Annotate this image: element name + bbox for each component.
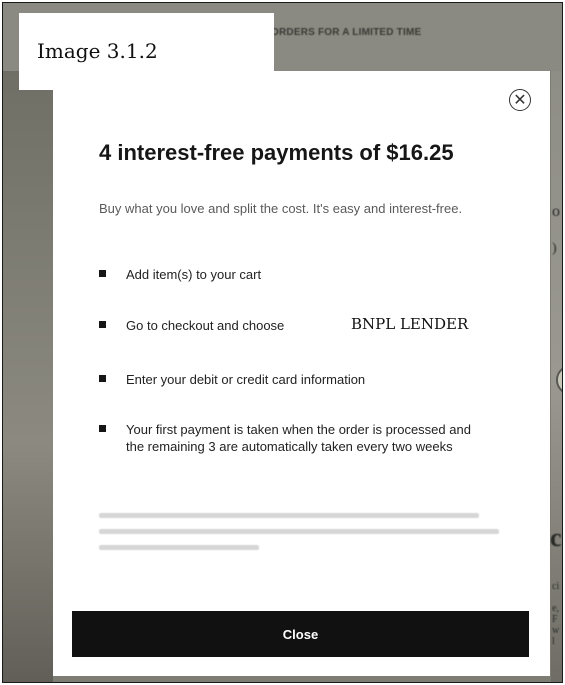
bullet-icon: [99, 375, 106, 382]
modal-title: 4 interest-free payments of $16.25: [99, 140, 454, 165]
fine-print-line: [99, 513, 479, 518]
step-text: Add item(s) to your cart: [126, 267, 262, 282]
close-icon[interactable]: ✕: [509, 89, 531, 111]
fine-print-line: [99, 529, 499, 534]
backdrop-text: ): [552, 241, 557, 256]
fine-print: [99, 513, 499, 561]
backdrop-text: w l: [552, 625, 560, 647]
backdrop-left: [3, 71, 53, 682]
backdrop-text: ci: [552, 581, 560, 592]
image-caption: Image 3.1.2: [37, 39, 158, 63]
backdrop-text: e, F: [552, 603, 559, 625]
bullet-icon: [99, 425, 106, 432]
close-button[interactable]: Close: [72, 611, 529, 657]
backdrop-text: o: [552, 203, 560, 220]
step-text: Your first payment is taken when the ord…: [126, 422, 471, 454]
fine-print-line: [99, 545, 259, 550]
promo-text: ORDERS FOR A LIMITED TIME: [271, 27, 422, 38]
image-caption-box: Image 3.1.2: [19, 13, 274, 90]
modal-subtitle: Buy what you love and split the cost. It…: [99, 201, 463, 216]
bullet-icon: [99, 270, 106, 277]
lender-label: BNPL LENDER: [351, 315, 469, 333]
screenshot-frame: ORDERS FOR A LIMITED TIME o ) c ci e, F …: [2, 2, 563, 683]
bullet-icon: [99, 321, 106, 328]
bnpl-modal: ✕ 4 interest-free payments of $16.25 Buy…: [53, 71, 550, 676]
step-text: Enter your debit or credit card informat…: [126, 372, 366, 387]
backdrop-text: c: [550, 523, 562, 552]
